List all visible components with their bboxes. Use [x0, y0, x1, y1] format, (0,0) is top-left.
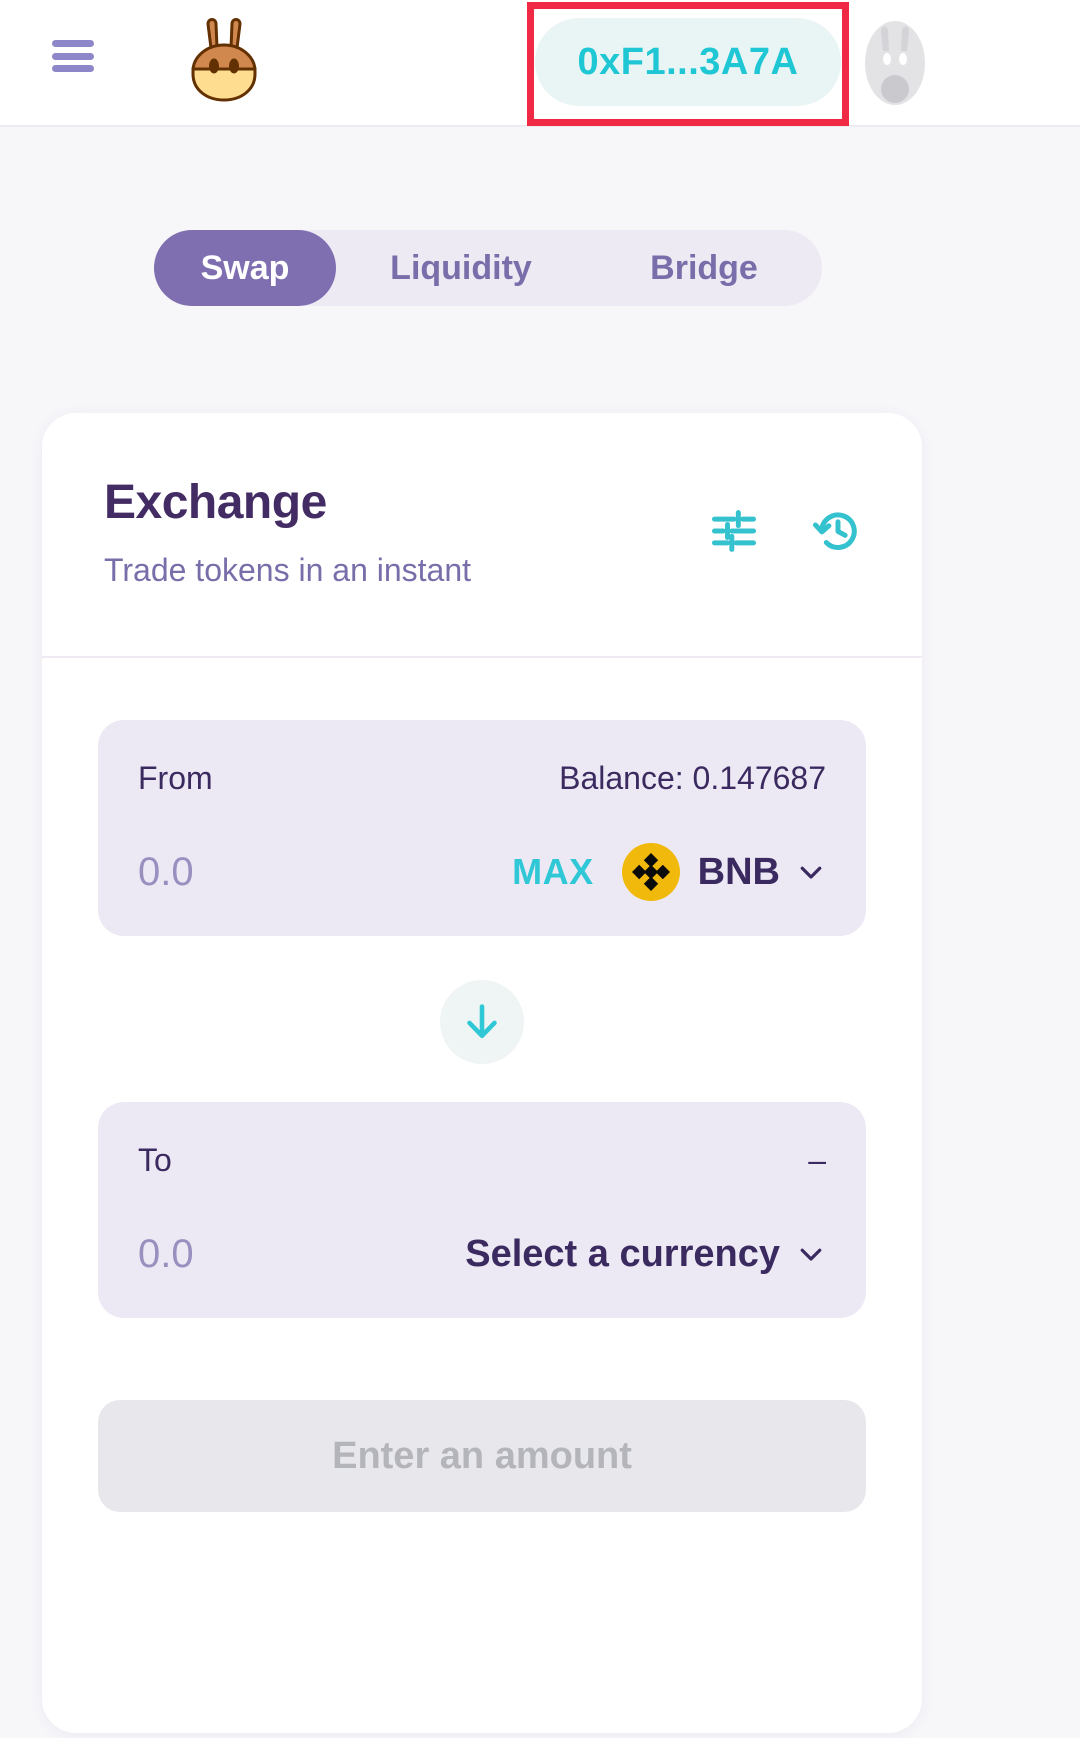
hamburger-menu-icon[interactable]	[52, 40, 94, 72]
app-header: 0xF1...3A7A	[0, 0, 1080, 127]
to-balance: –	[808, 1142, 826, 1179]
tab-swap-label: Swap	[201, 249, 290, 288]
to-currency-select[interactable]: Select a currency	[465, 1233, 826, 1276]
hamburger-bar	[52, 53, 94, 60]
bnb-token-icon	[620, 841, 682, 903]
from-panel-input-row: MAX BNB	[138, 842, 826, 902]
from-balance: Balance: 0.147687	[559, 760, 826, 797]
swap-nav-tabs: Swap Liquidity Bridge	[154, 230, 822, 306]
user-avatar-rabbit-icon[interactable]	[853, 19, 937, 107]
wallet-address-button[interactable]: 0xF1...3A7A	[535, 18, 841, 106]
to-token-panel: To – Select a currency	[98, 1102, 866, 1318]
arrow-down-icon	[459, 999, 505, 1045]
max-button[interactable]: MAX	[512, 851, 594, 893]
pancakeswap-rabbit-logo[interactable]	[186, 14, 262, 106]
to-panel-input-row: Select a currency	[138, 1224, 826, 1284]
hamburger-bar	[52, 65, 94, 72]
tab-bridge-label: Bridge	[650, 249, 758, 288]
from-token-panel: From Balance: 0.147687 MAX	[98, 720, 866, 936]
to-label: To	[138, 1142, 172, 1179]
swap-direction-button[interactable]	[440, 980, 524, 1064]
page-subtitle: Trade tokens in an instant	[104, 552, 860, 589]
tab-swap[interactable]: Swap	[154, 230, 336, 306]
settings-sliders-icon[interactable]	[708, 505, 760, 557]
to-amount-input[interactable]	[138, 1232, 438, 1277]
chevron-down-icon	[796, 1239, 826, 1269]
tab-liquidity[interactable]: Liquidity	[336, 230, 586, 306]
enter-amount-button[interactable]: Enter an amount	[98, 1400, 866, 1512]
transaction-history-clock-icon[interactable]	[812, 505, 864, 557]
card-header-actions	[708, 505, 864, 557]
exchange-card: Exchange Trade tokens in an instant	[42, 413, 922, 1733]
to-panel-header: To –	[138, 1138, 826, 1182]
from-currency-label: BNB	[698, 851, 780, 894]
exchange-card-header: Exchange Trade tokens in an instant	[42, 413, 922, 658]
hamburger-bar	[52, 40, 94, 47]
tab-liquidity-label: Liquidity	[390, 249, 532, 288]
from-panel-header: From Balance: 0.147687	[138, 756, 826, 800]
swap-direction-wrap	[42, 980, 922, 1064]
wallet-address-label: 0xF1...3A7A	[578, 41, 799, 84]
to-currency-label: Select a currency	[465, 1233, 780, 1276]
to-panel-controls: Select a currency	[465, 1233, 826, 1276]
from-amount-input[interactable]	[138, 850, 438, 895]
chevron-down-icon	[796, 857, 826, 887]
from-label: From	[138, 760, 213, 797]
tab-bridge[interactable]: Bridge	[586, 230, 822, 306]
from-panel-controls: MAX BNB	[512, 841, 826, 903]
from-currency-select[interactable]: BNB	[620, 841, 826, 903]
swap-form: From Balance: 0.147687 MAX	[42, 658, 922, 1512]
